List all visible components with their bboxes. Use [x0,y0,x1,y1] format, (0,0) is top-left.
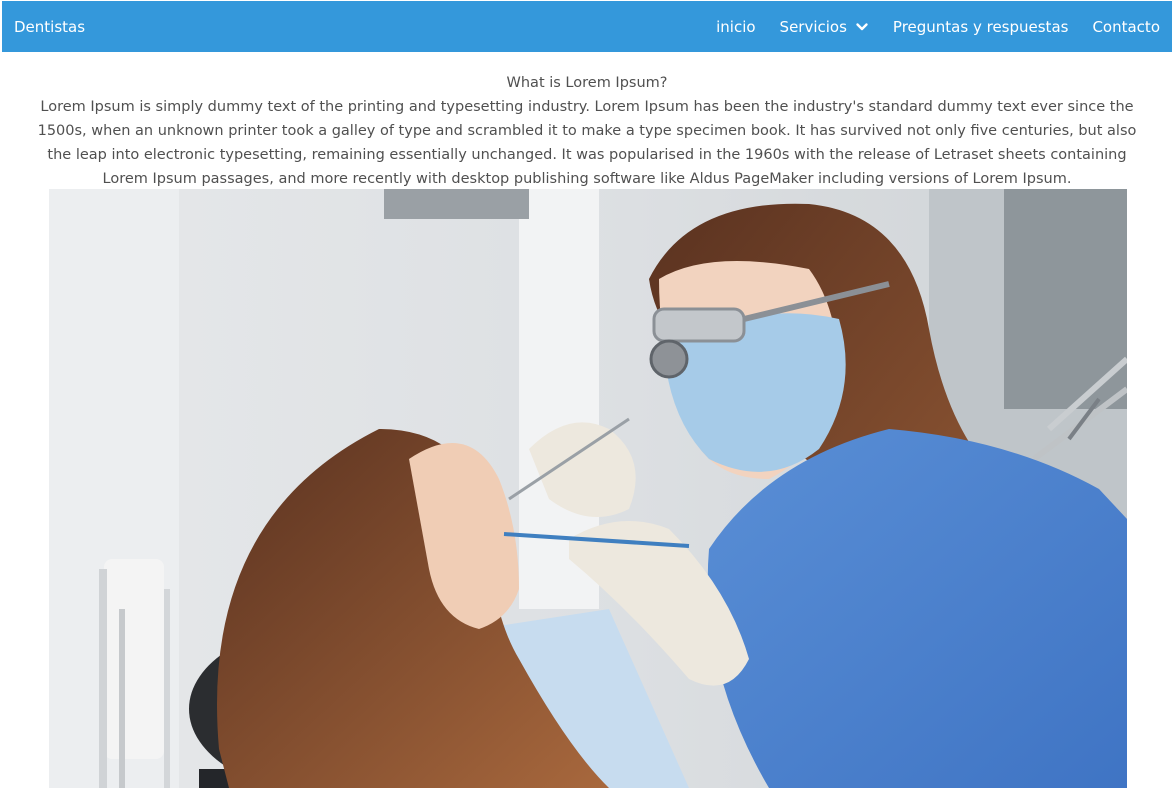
article-heading: What is Lorem Ipsum? [506,75,668,91]
top-navbar: Dentistas inicio Servicios Preguntas y r… [2,1,1172,52]
hero-image [49,189,1127,788]
nav-item-contacto[interactable]: Contacto [1092,18,1160,36]
nav-item-servicios[interactable]: Servicios [780,18,869,36]
nav-item-preguntas[interactable]: Preguntas y respuestas [893,18,1069,36]
nav-item-inicio[interactable]: inicio [716,18,755,36]
brand-link[interactable]: Dentistas [14,18,85,36]
dentist-photo-illustration [49,189,1127,788]
article-body: Lorem Ipsum is simply dummy text of the … [37,99,1137,187]
nav-links: inicio Servicios Preguntas y respuestas … [716,1,1160,52]
chevron-down-icon [855,20,869,34]
nav-item-servicios-label: Servicios [779,17,847,36]
main-content: What is Lorem Ipsum? Lorem Ipsum is simp… [2,52,1172,191]
